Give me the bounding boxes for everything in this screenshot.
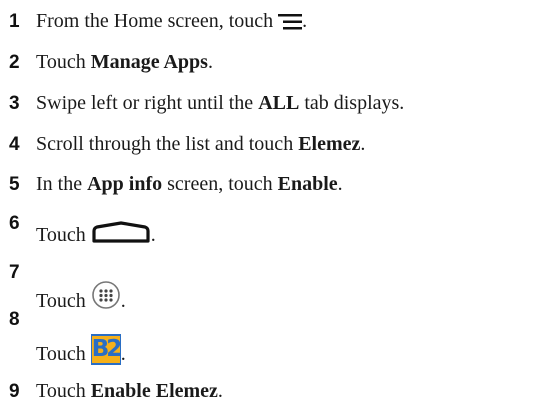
b2m-app-icon: B2M (90, 334, 121, 365)
step-number: 3 (9, 93, 20, 114)
step-text: In the App info screen, touch Enable. (36, 173, 343, 195)
step-text: Touch Manage Apps. (36, 51, 213, 73)
all-apps-icon (91, 280, 121, 316)
home-icon (91, 221, 151, 249)
step-text: Touch . (36, 221, 156, 249)
step-number: 5 (9, 174, 20, 195)
step-text: Touch Enable Elemez. (36, 380, 223, 402)
step-number: 9 (9, 381, 20, 402)
step-number: 7 (9, 262, 20, 283)
step-number: 6 (9, 213, 20, 234)
step-text: Swipe left or right until the ALL tab di… (36, 92, 405, 114)
step-text: Scroll through the list and touch Elemez… (36, 133, 366, 155)
step-number: 4 (9, 134, 20, 155)
step-number: 8 (9, 309, 20, 330)
step-number: 1 (9, 11, 20, 32)
menu-icon (278, 13, 303, 37)
step-text: Touch . (36, 280, 126, 316)
step-text: From the Home screen, touch . (36, 9, 307, 37)
step-number: 2 (9, 52, 20, 73)
step-text: Touch B2M. (36, 334, 126, 365)
